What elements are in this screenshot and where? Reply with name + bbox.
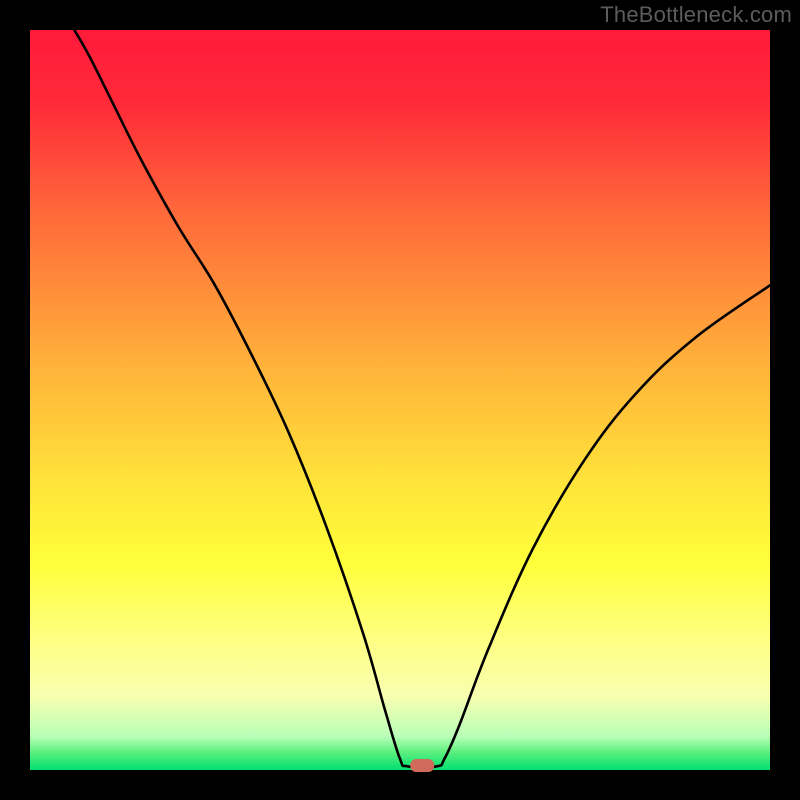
optimal-marker: [410, 759, 434, 772]
plot-background: [30, 30, 770, 770]
watermark-text: TheBottleneck.com: [600, 2, 792, 28]
chart-frame: TheBottleneck.com: [0, 0, 800, 800]
bottleneck-chart: [0, 0, 800, 800]
